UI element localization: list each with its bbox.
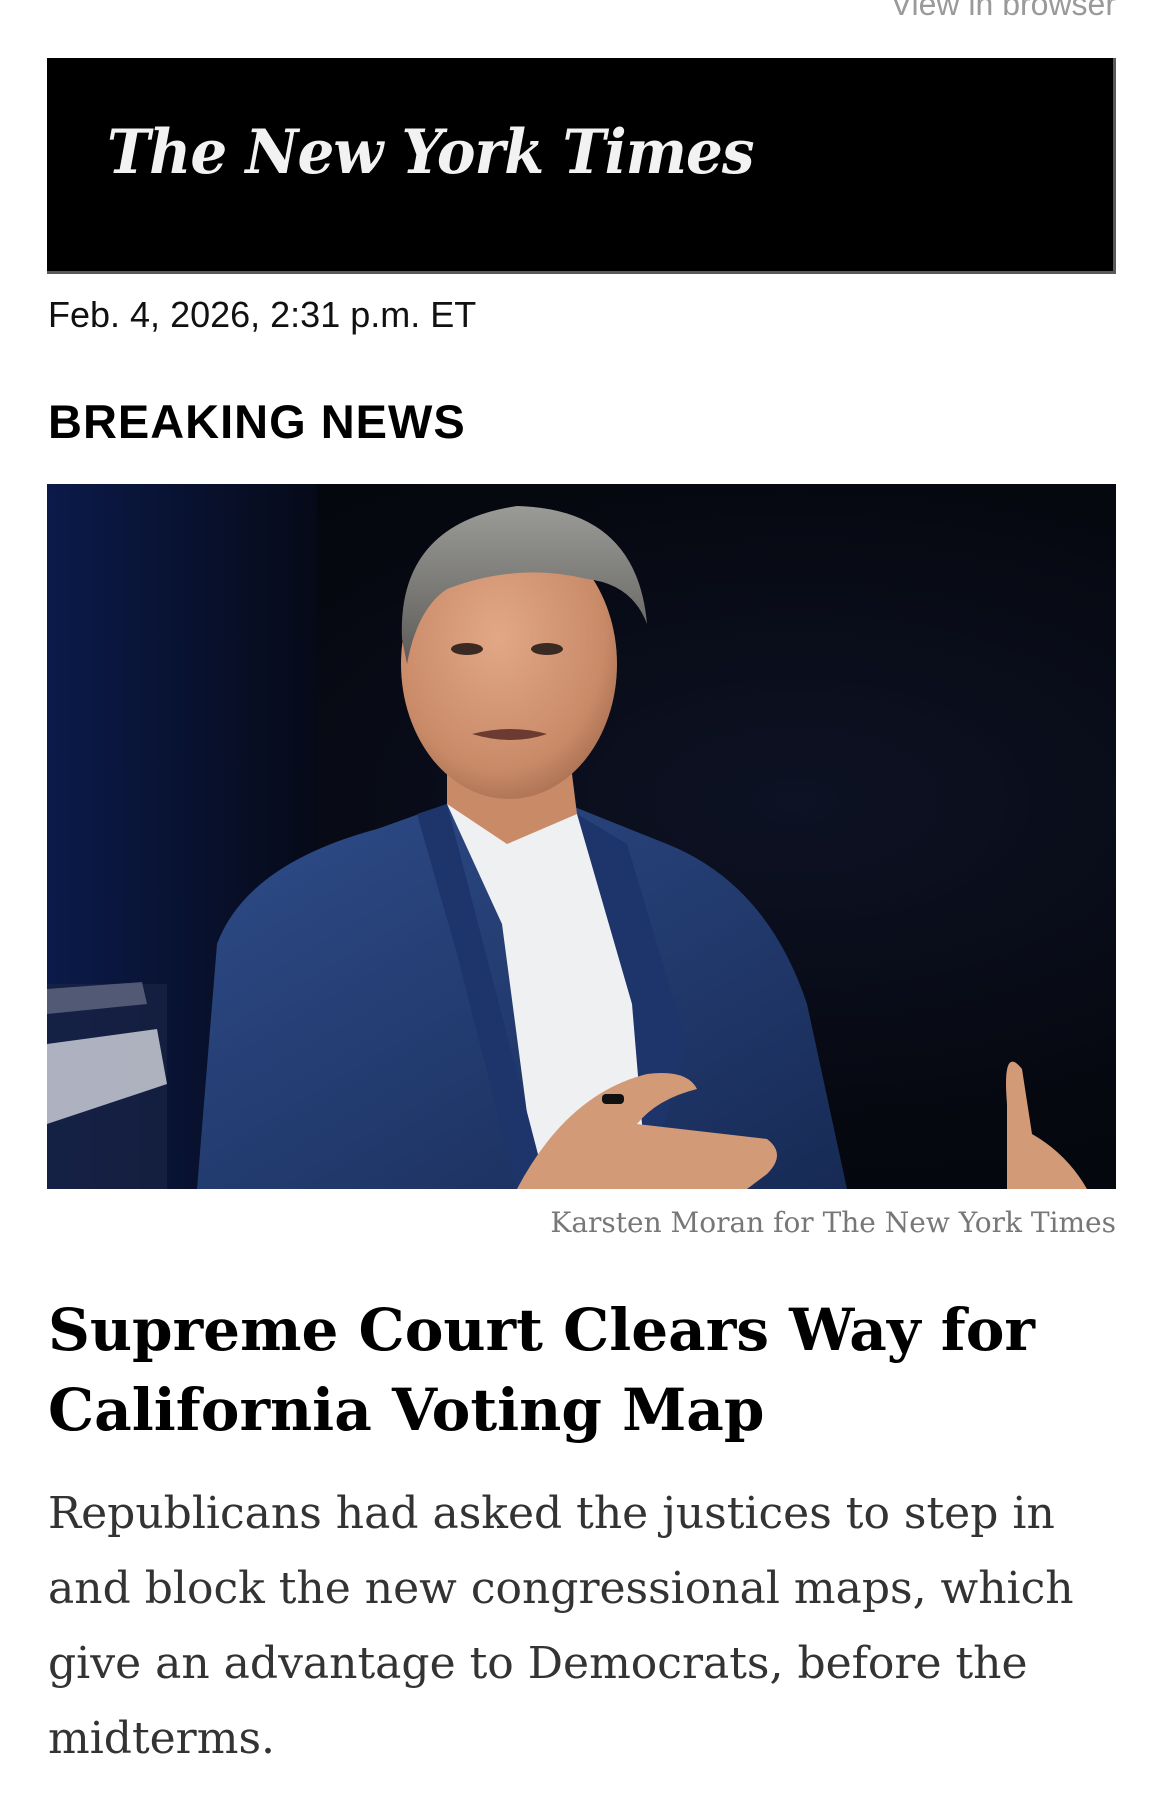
view-in-browser-link[interactable]: View in browser — [891, 0, 1116, 23]
alert-timestamp: Feb. 4, 2026, 2:31 p.m. ET — [48, 294, 477, 335]
breaking-news-label: BREAKING NEWS — [48, 395, 466, 448]
nyt-logo: The New York Times — [107, 116, 755, 188]
photo-credit: Karsten Moran for The New York Times — [550, 1206, 1116, 1239]
article-summary: Republicans had asked the justices to st… — [48, 1488, 1074, 1764]
article-photo[interactable] — [47, 484, 1116, 1189]
photo-illustration — [47, 484, 1087, 1189]
masthead-banner[interactable]: The New York Times — [47, 58, 1116, 274]
article-headline[interactable]: Supreme Court Clears Way for California … — [48, 1290, 1108, 1450]
